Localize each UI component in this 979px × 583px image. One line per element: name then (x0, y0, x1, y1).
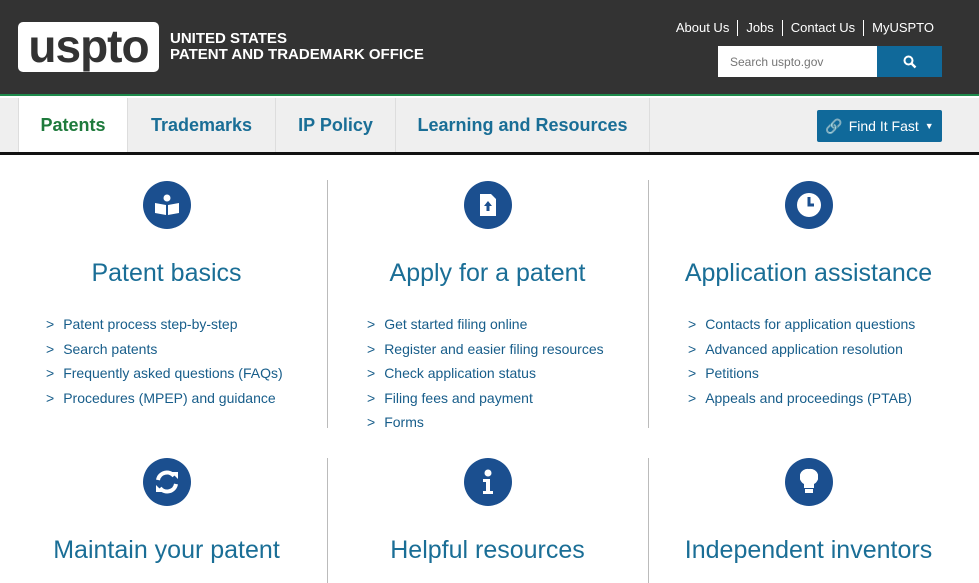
find-it-fast-label: Find It Fast (848, 118, 919, 134)
jobs-link[interactable]: Jobs (737, 20, 781, 36)
section-apply-for-a-patent: Apply for a patent Get started filing on… (327, 181, 648, 435)
clock-icon (784, 181, 833, 229)
refresh-icon (142, 458, 191, 506)
lightbulb-icon (784, 458, 833, 506)
tab-learning-and-resources[interactable]: Learning and Resources (396, 98, 650, 152)
section-link[interactable]: Filing fees and payment (367, 386, 648, 411)
tab-trademarks[interactable]: Trademarks (128, 98, 276, 152)
uspto-logo[interactable]: uspto (18, 22, 159, 72)
link-icon: 🔗 (825, 117, 843, 134)
myuspto-link[interactable]: MyUSPTO (863, 20, 942, 36)
section-link[interactable]: Register and easier filing resources (367, 337, 648, 362)
section-link[interactable]: Contacts for application questions (688, 312, 969, 337)
contact-us-link[interactable]: Contact Us (781, 20, 863, 36)
section-maintain-your-patent: Maintain your patent (6, 458, 327, 565)
section-patent-basics: Patent basics Patent process step-by-ste… (6, 181, 327, 410)
section-link[interactable]: Search patents (46, 337, 327, 362)
search-input[interactable] (718, 46, 878, 77)
section-title: Apply for a patent (389, 259, 586, 287)
section-title: Patent basics (91, 259, 242, 287)
search-icon (903, 55, 916, 68)
tab-patents[interactable]: Patents (18, 98, 128, 152)
section-link[interactable]: Appeals and proceedings (PTAB) (688, 386, 969, 411)
section-link[interactable]: Patent process step-by-step (46, 312, 327, 337)
search-button[interactable] (877, 46, 942, 77)
book-icon (142, 181, 191, 229)
main-nav: Patents Trademarks IP Policy Learning an… (0, 98, 979, 155)
section-title: Helpful resources (390, 536, 585, 564)
section-link[interactable]: Check application status (367, 361, 648, 386)
section-link[interactable]: Procedures (MPEP) and guidance (46, 386, 327, 411)
section-link[interactable]: Forms (367, 410, 648, 435)
section-title: Maintain your patent (53, 536, 280, 564)
find-it-fast-button[interactable]: 🔗 Find It Fast ▼ (817, 110, 942, 142)
section-link[interactable]: Advanced application resolution (688, 337, 969, 362)
section-link[interactable]: Petitions (688, 361, 969, 386)
tab-ip-policy[interactable]: IP Policy (276, 98, 396, 152)
agency-name: UNITED STATES PATENT AND TRADEMARK OFFIC… (170, 31, 424, 63)
agency-line2: PATENT AND TRADEMARK OFFICE (170, 46, 424, 63)
about-us-link[interactable]: About Us (668, 20, 737, 36)
caret-down-icon: ▼ (924, 121, 934, 131)
info-icon (463, 458, 512, 506)
section-independent-inventors: Independent inventors (648, 458, 969, 565)
section-application-assistance: Application assistance Contacts for appl… (648, 181, 969, 410)
site-header: uspto UNITED STATES PATENT AND TRADEMARK… (0, 0, 979, 96)
agency-line1: UNITED STATES (170, 30, 287, 47)
section-title: Independent inventors (684, 536, 933, 564)
section-link[interactable]: Frequently asked questions (FAQs) (46, 361, 327, 386)
section-title: Application assistance (684, 259, 933, 287)
section-helpful-resources: Helpful resources (327, 458, 648, 565)
file-upload-icon (463, 181, 512, 229)
utility-links: About Us Jobs Contact Us MyUSPTO (668, 20, 942, 36)
section-link[interactable]: Get started filing online (367, 312, 648, 337)
